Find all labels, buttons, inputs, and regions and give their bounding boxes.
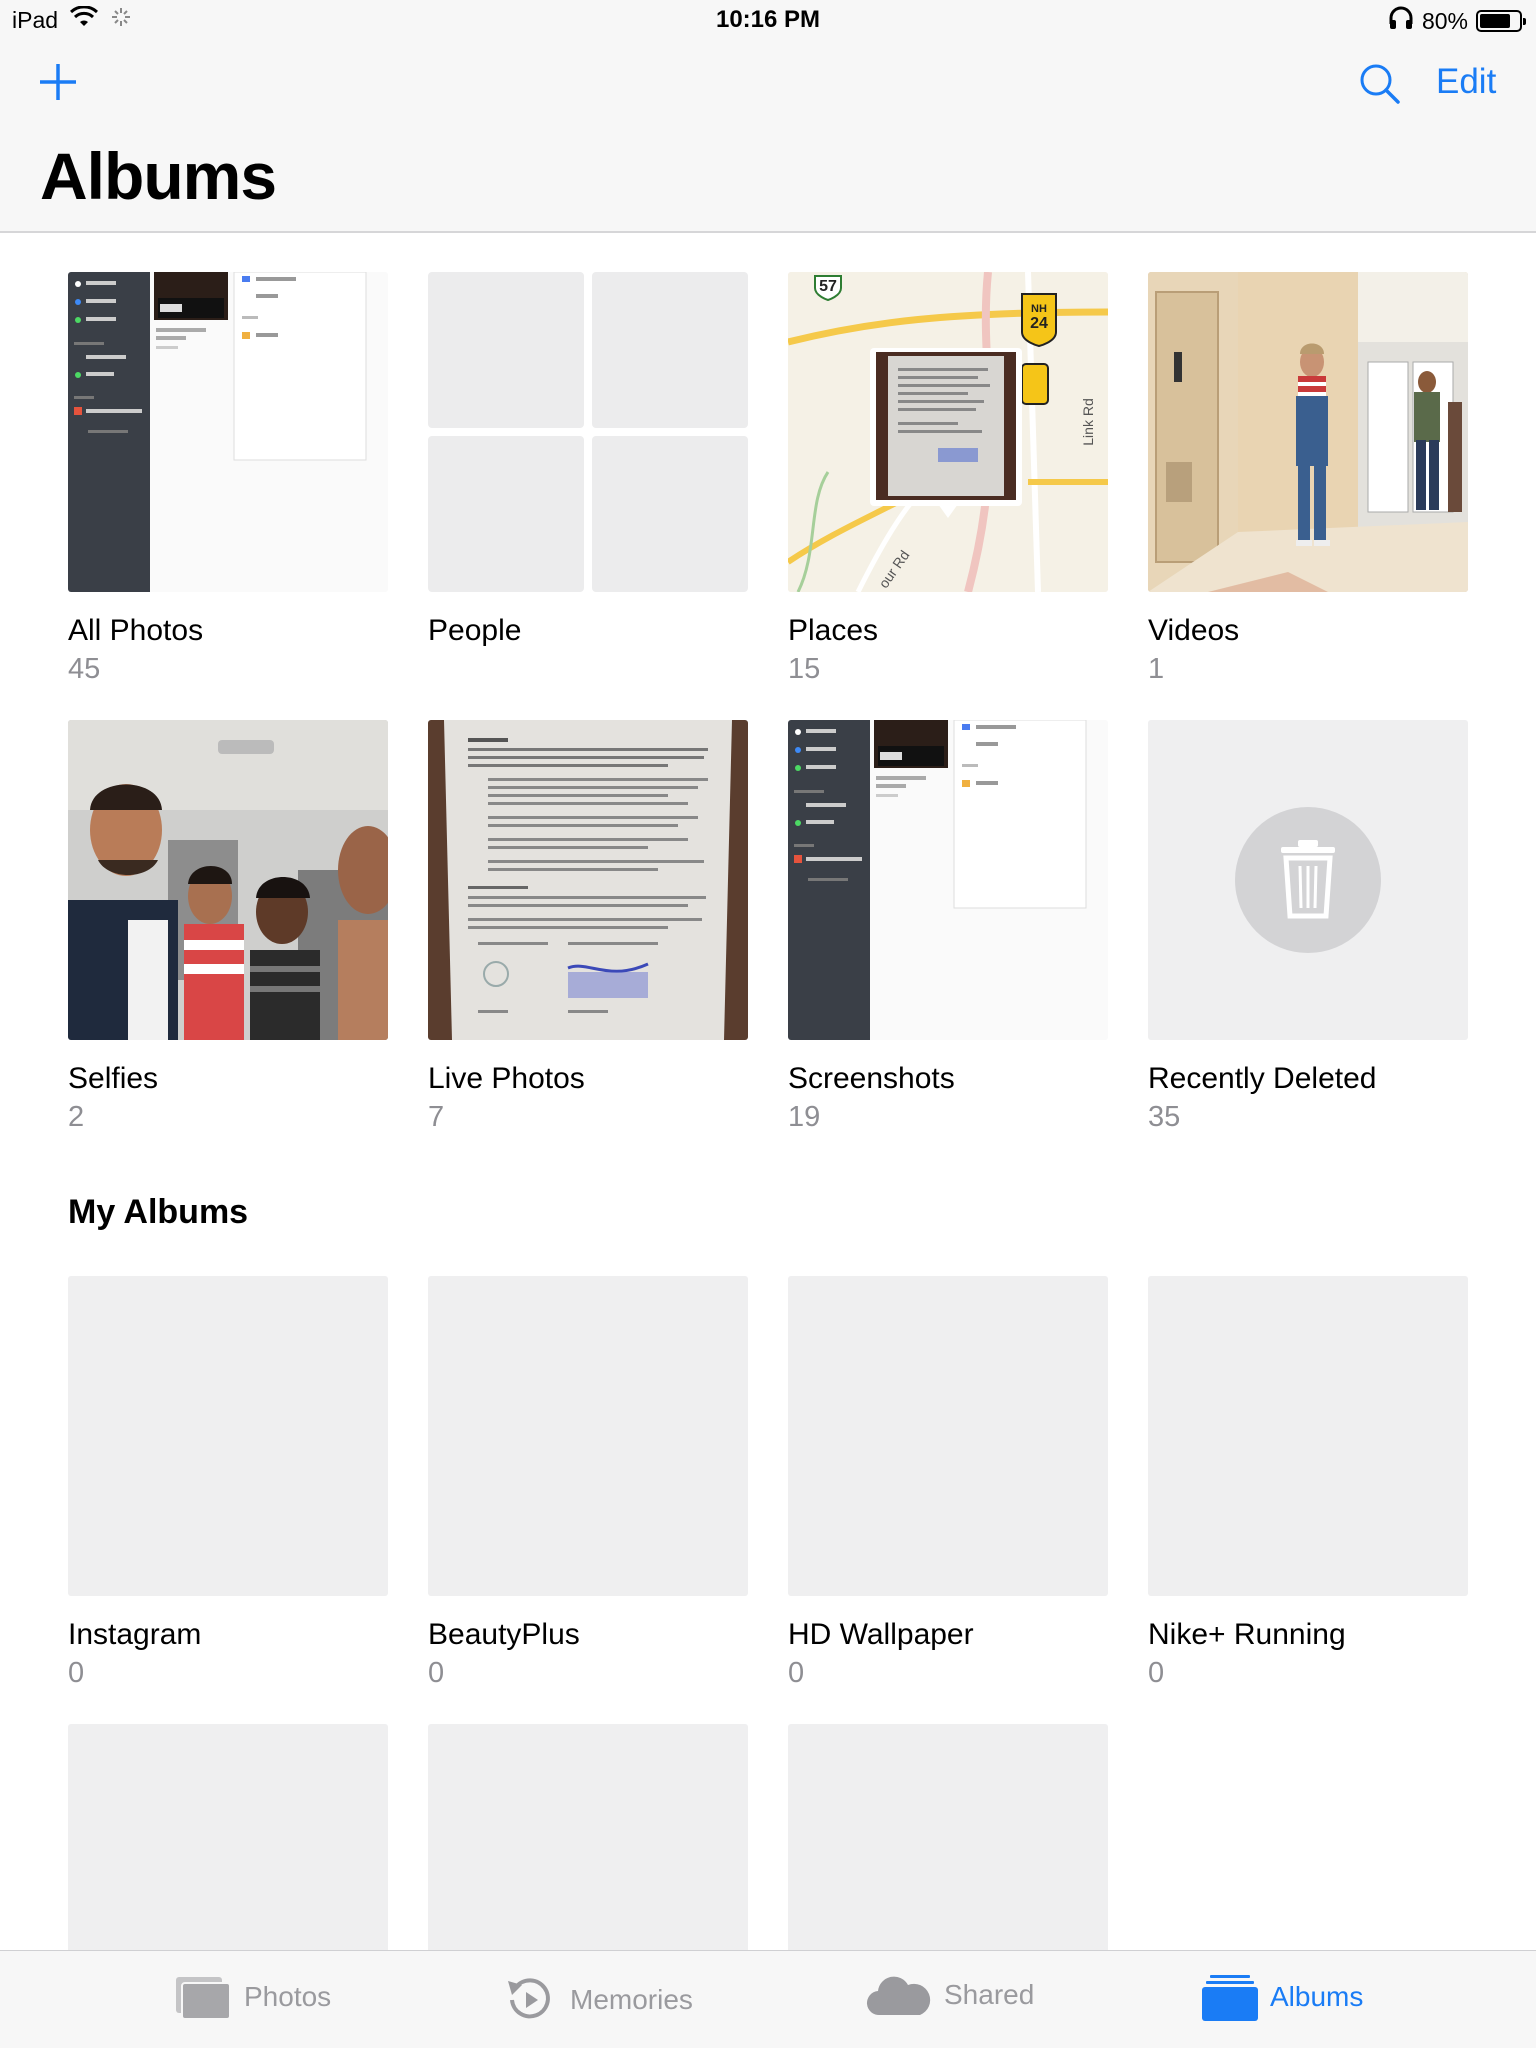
album-thumbnail (428, 720, 748, 1040)
album-instagram[interactable]: Instagram 0 (68, 1276, 388, 1692)
album-count: 0 (428, 1657, 445, 1689)
album-thumbnail (788, 1276, 1108, 1596)
tab-bar: Photos Memories Shared Albums (0, 1950, 1536, 2048)
album-count: 0 (788, 1657, 805, 1689)
albums-folder-icon (1202, 1975, 1258, 2021)
album-thumbnail (68, 272, 388, 592)
people-placeholder (428, 272, 584, 428)
tab-shared[interactable]: Shared (866, 1973, 1034, 2017)
album-thumbnail (428, 1276, 748, 1596)
album-selfies[interactable]: Selfies 2 (68, 720, 388, 1136)
screenshot-preview-icon (68, 272, 367, 592)
album-thumbnail (1148, 720, 1468, 1040)
album-name: Places (788, 614, 879, 647)
people-placeholder (428, 436, 584, 592)
status-right: 80% (1388, 6, 1526, 36)
album-count: 35 (1148, 1101, 1181, 1133)
album-people[interactable]: People (428, 272, 748, 650)
album-count: 1 (1148, 653, 1165, 685)
album-places[interactable]: 57 NH 24 Link Rd our Rd Places 15 (788, 272, 1108, 688)
album-thumbnail (68, 720, 388, 1040)
tab-label: Photos (244, 1981, 332, 2012)
battery-percent: 80% (1421, 7, 1468, 34)
search-icon (1360, 64, 1400, 104)
battery-icon (1476, 10, 1526, 32)
page-title: Albums (40, 139, 277, 213)
map-nh-label: NH (1031, 303, 1047, 315)
album-thumbnail (68, 1276, 388, 1596)
map-route-label: 57 (819, 278, 837, 295)
photos-stack-icon (176, 1977, 231, 2020)
album-thumbnail (788, 720, 1108, 1040)
album-nike-running[interactable]: Nike+ Running 0 (1148, 1276, 1468, 1692)
screenshot-preview-icon (788, 720, 1087, 1040)
tab-albums[interactable]: Albums (1202, 1973, 1363, 2021)
album-name: Screenshots (788, 1062, 955, 1095)
album-live-photos[interactable]: Live Photos 7 (428, 720, 748, 1136)
tab-label: Memories (570, 1984, 693, 2015)
album-count: 15 (788, 653, 821, 685)
plus-icon (40, 64, 76, 100)
video-preview (1148, 272, 1468, 592)
album-count: 0 (68, 1657, 85, 1689)
album-count: 2 (68, 1101, 85, 1133)
album-count: 45 (68, 653, 101, 685)
memories-icon (508, 1978, 550, 2019)
album-count: 19 (788, 1101, 821, 1133)
people-placeholder (592, 436, 748, 592)
album-thumbnail: 57 NH 24 Link Rd our Rd (788, 272, 1108, 592)
album-name: HD Wallpaper (788, 1618, 974, 1651)
status-time: 10:16 PM (715, 6, 821, 33)
album-thumbnail (1148, 272, 1468, 592)
selfie-preview (68, 720, 388, 1040)
album-name: Recently Deleted (1148, 1062, 1377, 1095)
album-name: Nike+ Running (1148, 1618, 1346, 1651)
tab-photos[interactable]: Photos (174, 1973, 331, 2021)
tab-label: Shared (944, 1979, 1035, 2010)
album-name: People (428, 614, 522, 647)
search-button[interactable] (1358, 62, 1402, 106)
tab-label: Albums (1270, 1981, 1364, 2012)
album-name: Live Photos (428, 1062, 585, 1095)
trash-icon (1235, 807, 1381, 953)
add-album-button[interactable] (36, 60, 80, 104)
tab-memories[interactable]: Memories (502, 1973, 693, 2027)
people-placeholder (592, 272, 748, 428)
album-all-photos[interactable]: All Photos 45 (68, 272, 388, 688)
album-beautyplus[interactable]: BeautyPlus 0 (428, 1276, 748, 1692)
album-thumbnail (1148, 1276, 1468, 1596)
album-name: BeautyPlus (428, 1618, 580, 1651)
album-hd-wallpaper[interactable]: HD Wallpaper 0 (788, 1276, 1108, 1692)
album-videos[interactable]: Videos 1 (1148, 272, 1468, 688)
edit-button[interactable]: Edit (1436, 62, 1496, 102)
map-nh-number: 24 (1030, 315, 1048, 332)
my-albums-heading: My Albums (68, 1193, 249, 1231)
navigation-bar: Edit Albums (0, 40, 1536, 233)
album-count: 7 (428, 1101, 445, 1133)
map-preview: 57 NH 24 Link Rd our Rd (788, 272, 1108, 592)
battery-level (1480, 14, 1511, 28)
album-count: 0 (1148, 1657, 1165, 1689)
map-road-link: Link Rd (1080, 398, 1096, 445)
album-name: Instagram (68, 1618, 202, 1651)
headphones-icon (1388, 6, 1414, 36)
album-name: Videos (1148, 614, 1240, 647)
album-name: All Photos (68, 614, 204, 647)
album-recently-deleted[interactable]: Recently Deleted 35 (1148, 720, 1468, 1136)
album-name: Selfies (68, 1062, 159, 1095)
album-thumbnail (428, 272, 748, 592)
cloud-icon (866, 1976, 931, 2016)
document-photo-preview (428, 720, 748, 1040)
status-bar: iPad 10:16 PM 80% (0, 0, 1536, 40)
album-screenshots[interactable]: Screenshots 19 (788, 720, 1108, 1136)
